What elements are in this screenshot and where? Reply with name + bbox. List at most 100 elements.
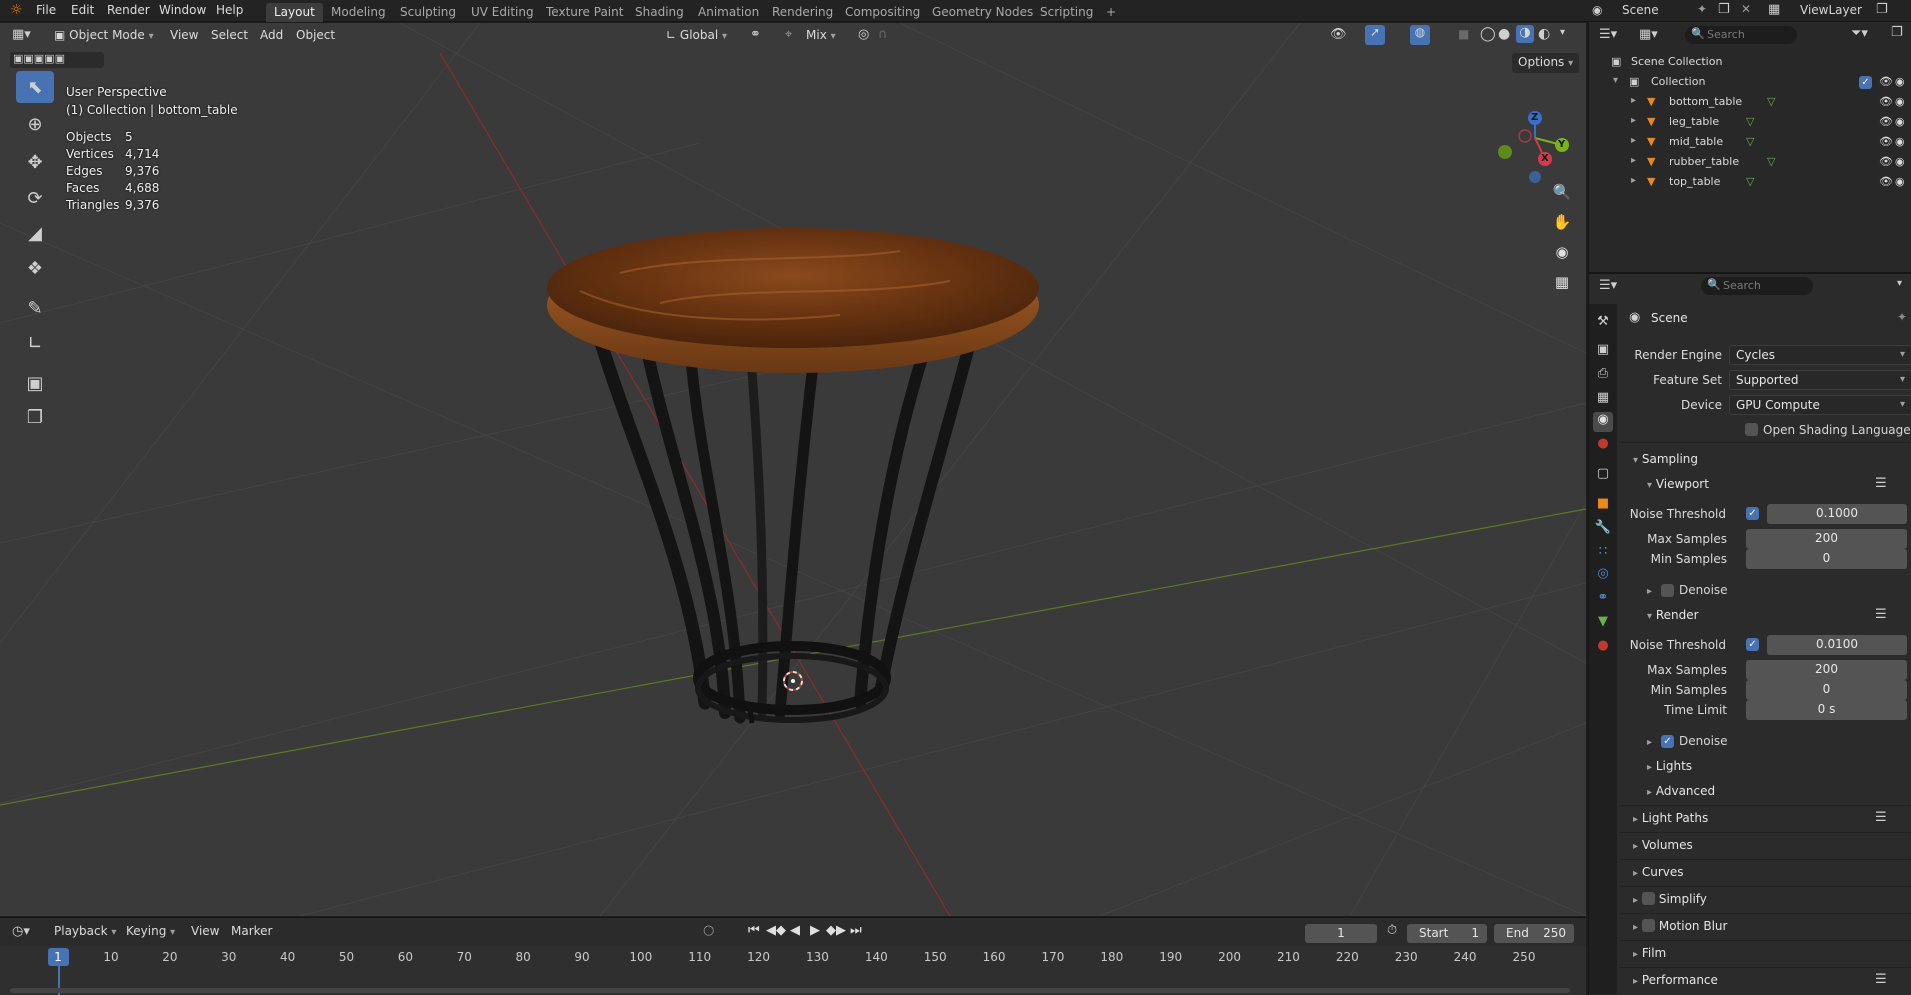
rotate-tool[interactable]: ⟳	[16, 182, 54, 214]
eye-icon[interactable]: 👁	[1879, 135, 1893, 148]
overlay-toggle-icon[interactable]: ◍	[1410, 25, 1430, 45]
chevron-right-icon[interactable]: ▸	[1631, 155, 1636, 166]
menu-view[interactable]: View	[170, 28, 198, 42]
options-dropdown[interactable]: Options ▾	[1512, 53, 1580, 73]
menu-help[interactable]: Help	[216, 3, 243, 17]
camera-icon[interactable]: ◉	[1895, 75, 1905, 88]
sampling-panel-header[interactable]: ▾ Sampling	[1633, 452, 1698, 466]
display-mode-icon[interactable]: ▦▾	[1639, 27, 1658, 42]
jump-keyframe-forward-icon[interactable]: ◆▶	[826, 923, 846, 938]
outliner-search-input[interactable]: 🔍 Search	[1685, 26, 1797, 44]
world-tab-icon[interactable]: ●	[1593, 436, 1613, 456]
new-collection-icon[interactable]: ❐	[1891, 25, 1903, 40]
tab-scripting[interactable]: Scripting	[1032, 3, 1101, 22]
transform-tool[interactable]: ❖	[16, 252, 54, 284]
menu-keying[interactable]: Keying ▾	[126, 924, 175, 938]
viewport-noise-threshold-field[interactable]: 0.1000	[1767, 504, 1907, 524]
editor-type-icon[interactable]: ▦▾	[12, 27, 31, 42]
add-workspace-button[interactable]: +	[1098, 3, 1124, 22]
render-denoise-checkbox[interactable]: ✓	[1661, 735, 1674, 748]
render-subpanel-header[interactable]: ▾ Render	[1647, 608, 1699, 622]
render-noise-threshold-checkbox[interactable]: ✓	[1746, 638, 1759, 651]
eye-icon[interactable]: 👁	[1879, 175, 1893, 188]
tab-compositing[interactable]: Compositing	[837, 3, 928, 22]
eye-icon[interactable]: 👁	[1879, 75, 1893, 88]
render-denoise-subpanel[interactable]: ▸	[1647, 734, 1652, 748]
properties-search-input[interactable]: 🔍 Search	[1701, 277, 1813, 295]
mesh-data-icon[interactable]: ▽	[1746, 115, 1754, 128]
pan-button[interactable]: ✋	[1548, 208, 1576, 236]
collection-tab-icon[interactable]: ▢	[1593, 466, 1613, 486]
menu-file[interactable]: File	[36, 3, 56, 17]
visibility-icon[interactable]: 👁	[1330, 27, 1347, 42]
play-reverse-icon[interactable]: ◀	[790, 923, 800, 938]
start-frame-field[interactable]: Start 1	[1407, 924, 1487, 943]
outliner-editor-type-icon[interactable]: ☰▾	[1599, 27, 1617, 42]
mesh-data-icon[interactable]: ▽	[1767, 95, 1775, 108]
camera-view-button[interactable]: ◉	[1548, 238, 1576, 266]
tab-animation[interactable]: Animation	[690, 3, 767, 22]
chevron-right-icon[interactable]: ▸	[1631, 175, 1636, 186]
scale-tool[interactable]: ◢	[16, 217, 54, 249]
snap-target-dropdown[interactable]: Mix ▾	[800, 26, 842, 46]
transform-orientation-dropdown[interactable]: ∟ Global ▾	[660, 26, 733, 46]
viewport-min-samples-field[interactable]: 0	[1746, 549, 1907, 569]
menu-add[interactable]: Add	[260, 28, 283, 42]
move-tool[interactable]: ✥	[16, 146, 54, 178]
menu-render[interactable]: Render	[107, 3, 150, 17]
tab-sculpting[interactable]: Sculpting	[392, 3, 464, 22]
select-box-tool[interactable]: ⬉	[16, 71, 54, 103]
material-shading-icon[interactable]: ◑	[1516, 25, 1534, 43]
outliner-object-row[interactable]: ▸ ▼ rubber_table ▽ 👁 ◉	[1589, 152, 1911, 172]
jump-end-icon[interactable]: ⏭	[850, 923, 862, 938]
scene-collection-row[interactable]: ▣ Scene Collection	[1589, 52, 1911, 72]
list-icon[interactable]: ☰	[1875, 810, 1887, 825]
render-max-samples-field[interactable]: 200	[1746, 660, 1907, 680]
wireframe-shading-icon[interactable]: ◯	[1480, 26, 1496, 42]
tab-texture-paint[interactable]: Texture Paint	[538, 3, 631, 22]
camera-icon[interactable]: ◉	[1895, 115, 1905, 128]
gizmo-toggle-icon[interactable]: ➚	[1365, 25, 1385, 45]
tab-uv-editing[interactable]: UV Editing	[463, 3, 542, 22]
gizmo-x-label[interactable]: X	[1541, 153, 1549, 164]
timeline-editor-type-icon[interactable]: ◷▾	[12, 924, 30, 939]
menu-select[interactable]: Select	[211, 28, 248, 42]
stopwatch-icon[interactable]: ⏱	[1387, 923, 1397, 938]
annotate-tool[interactable]: ✎	[16, 292, 54, 324]
menu-object[interactable]: Object	[296, 28, 335, 42]
chevron-down-icon[interactable]: ▾	[1897, 278, 1902, 289]
particles-tab-icon[interactable]: ∷	[1593, 544, 1613, 564]
viewport-max-samples-field[interactable]: 200	[1746, 529, 1907, 549]
outliner-object-row[interactable]: ▸ ▼ top_table ▽ 👁 ◉	[1589, 172, 1911, 192]
feature-set-dropdown[interactable]: Supported ▾	[1729, 370, 1911, 390]
menu-window[interactable]: Window	[159, 3, 206, 17]
camera-icon[interactable]: ◉	[1895, 135, 1905, 148]
measure-tool[interactable]: ∟	[16, 327, 54, 359]
extrude-tool[interactable]: ❐	[16, 401, 54, 433]
delete-scene-icon[interactable]: ✕	[1741, 2, 1751, 16]
scene-selector[interactable]: Scene	[1622, 3, 1702, 17]
jump-keyframe-back-icon[interactable]: ◀◆	[766, 923, 786, 938]
proportional-edit-icon[interactable]: ◎	[858, 27, 869, 42]
new-view-layer-icon[interactable]: ❐	[1876, 2, 1888, 17]
panel-header-performance[interactable]: ▸ Performance	[1633, 973, 1718, 987]
advanced-subpanel-header[interactable]: ▸ Advanced	[1647, 784, 1715, 798]
chevron-right-icon[interactable]: ▸	[1631, 115, 1636, 126]
camera-icon[interactable]: ◉	[1895, 155, 1905, 168]
menu-timeline-view[interactable]: View	[191, 924, 219, 938]
add-cube-tool[interactable]: ▣	[16, 367, 54, 399]
render-tab-icon[interactable]: ▣	[1593, 342, 1613, 362]
tab-layout[interactable]: Layout	[266, 3, 323, 22]
auto-keying-icon[interactable]: ○	[703, 923, 714, 938]
render-min-samples-field[interactable]: 0	[1746, 680, 1907, 700]
tab-shading[interactable]: Shading	[627, 3, 692, 22]
lights-subpanel-header[interactable]: ▸ Lights	[1647, 759, 1692, 773]
mode-dropdown[interactable]: ▣ Object Mode ▾	[48, 26, 160, 46]
panel-header-film[interactable]: ▸ Film	[1633, 946, 1666, 960]
view-layer-icon[interactable]: ▦	[1768, 2, 1780, 17]
list-icon[interactable]: ☰	[1875, 476, 1887, 491]
3d-viewport[interactable]: Z Y X ▦▾ ▣ Object Mode ▾ View Select Add…	[0, 23, 1586, 916]
eye-icon[interactable]: 👁	[1879, 115, 1893, 128]
camera-icon[interactable]: ◉	[1895, 95, 1905, 108]
panel-header-light-paths[interactable]: ▸ Light Paths	[1633, 811, 1708, 825]
